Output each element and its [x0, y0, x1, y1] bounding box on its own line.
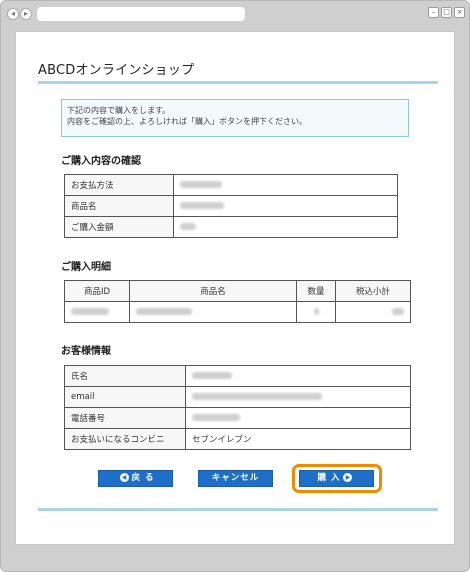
- convenience-store-label: お支払いになるコンビニ: [64, 428, 186, 450]
- cancel-button[interactable]: キャンセル: [198, 470, 273, 487]
- redacted-value: [313, 308, 319, 315]
- purchase-confirm-table: お支払方法 商品名 ご購入金額: [64, 174, 398, 238]
- customer-info-heading: お客様情報: [61, 346, 111, 357]
- maximize-icon[interactable]: □: [441, 7, 452, 18]
- customer-name-value: [185, 365, 411, 387]
- purchase-amount-value: [173, 216, 398, 238]
- column-header-product-name: 商品名: [129, 280, 297, 302]
- email-value: [185, 386, 411, 408]
- payment-method-label: お支払方法: [64, 174, 174, 196]
- column-header-subtotal: 税込小計: [335, 280, 411, 302]
- cancel-button-label: キャンセル: [211, 473, 260, 483]
- buy-button-label: 購 入: [317, 473, 341, 483]
- purchase-amount-label: ご購入金額: [64, 216, 174, 238]
- bottom-divider: [38, 508, 438, 511]
- minimize-icon[interactable]: –: [428, 7, 439, 18]
- quantity-cell: [296, 301, 336, 323]
- shop-title: ABCDオンラインショップ: [38, 63, 195, 78]
- notice-line-1: 下記の内容で購入をします。: [67, 106, 171, 115]
- redacted-value: [180, 223, 196, 230]
- customer-name-label: 氏名: [64, 365, 186, 387]
- payment-method-value: [173, 174, 398, 196]
- phone-number-value: [185, 407, 411, 429]
- product-id-cell: [64, 301, 130, 323]
- title-divider: [38, 81, 438, 84]
- close-icon[interactable]: ×: [454, 7, 465, 18]
- page-content: ABCDオンラインショップ 下記の内容で購入をします。 内容をご確認の上、よろし…: [15, 31, 455, 545]
- purchase-confirm-heading: ご購入内容の確認: [61, 156, 141, 167]
- redacted-value: [192, 414, 240, 421]
- redacted-value: [136, 308, 192, 315]
- table-header-row: 商品ID 商品名 数量 税込小計: [64, 280, 411, 302]
- table-row: 氏名: [64, 365, 411, 387]
- table-row: email: [64, 386, 411, 408]
- customer-info-table: 氏名 email 電話番号 お支払いになるコンビニ セブンイレブン: [64, 365, 411, 450]
- redacted-value: [180, 202, 224, 209]
- convenience-store-value: セブンイレブン: [185, 428, 411, 450]
- arrow-left-icon: ◀: [119, 473, 129, 482]
- table-row: お支払いになるコンビニ セブンイレブン: [64, 428, 411, 450]
- redacted-value: [192, 372, 232, 379]
- column-header-quantity: 数量: [296, 280, 336, 302]
- back-button-label: 戻 る: [131, 473, 155, 483]
- product-name-value: [173, 195, 398, 217]
- instruction-notice: 下記の内容で購入をします。 内容をご確認の上、よろしければ「購入」ボタンを押下く…: [61, 99, 409, 137]
- table-row: お支払方法: [64, 174, 398, 196]
- table-row: ご購入金額: [64, 216, 398, 238]
- redacted-value: [392, 308, 404, 315]
- purchase-details-heading: ご購入明細: [61, 262, 111, 273]
- back-button[interactable]: ◀ 戻 る: [98, 470, 173, 487]
- redacted-value: [192, 393, 322, 400]
- browser-window: ◂ ▸ – □ × ABCDオンラインショップ 下記の内容で購入をします。 内容…: [0, 0, 470, 572]
- subtotal-cell: [335, 301, 411, 323]
- arrow-right-icon: ▶: [343, 473, 353, 482]
- email-label: email: [64, 386, 186, 408]
- table-row: 電話番号: [64, 407, 411, 429]
- column-header-product-id: 商品ID: [64, 280, 130, 302]
- product-name-label: 商品名: [64, 195, 174, 217]
- table-row: [64, 301, 411, 323]
- table-row: 商品名: [64, 195, 398, 217]
- purchase-details-table: 商品ID 商品名 数量 税込小計: [64, 280, 411, 323]
- notice-line-2: 内容をご確認の上、よろしければ「購入」ボタンを押下ください。: [67, 117, 307, 126]
- product-name-cell: [129, 301, 297, 323]
- buy-button[interactable]: 購 入 ▶: [299, 470, 374, 487]
- title-bar: ◂ ▸ – □ ×: [1, 1, 469, 29]
- redacted-value: [180, 181, 222, 188]
- redacted-value: [71, 308, 109, 315]
- forward-nav-icon[interactable]: ▸: [20, 8, 32, 20]
- back-nav-icon[interactable]: ◂: [7, 8, 19, 20]
- phone-number-label: 電話番号: [64, 407, 186, 429]
- address-bar[interactable]: [37, 7, 245, 21]
